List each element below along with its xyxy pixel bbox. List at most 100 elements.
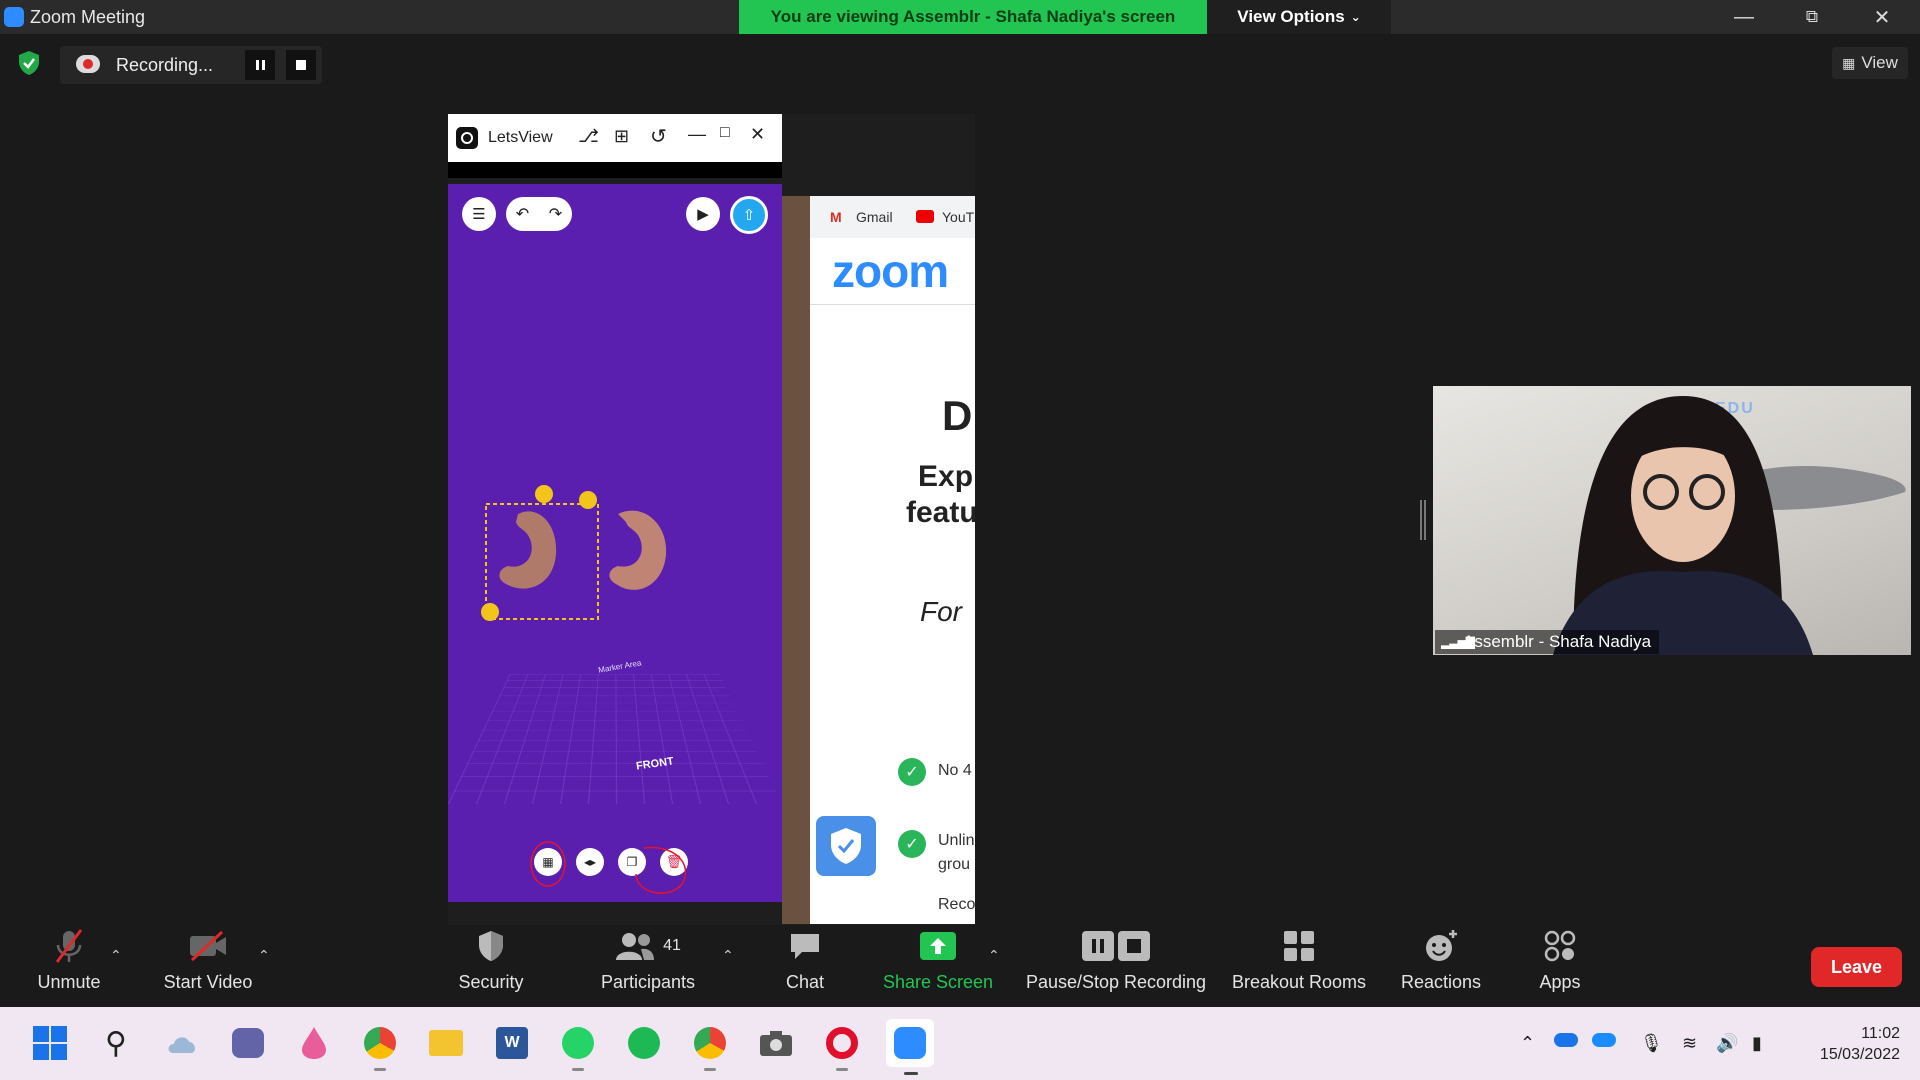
security-button[interactable]: Security: [446, 925, 536, 1007]
spotify-icon[interactable]: [624, 1023, 664, 1063]
clock-time: 11:02: [1790, 1023, 1900, 1044]
tray-overflow-icon[interactable]: ⌃: [1520, 1033, 1535, 1054]
reactions-label: Reactions: [1401, 972, 1481, 993]
participant-person: [1513, 386, 1813, 655]
zoom-taskbar-icon[interactable]: [886, 1019, 934, 1067]
chrome-icon[interactable]: [690, 1023, 730, 1063]
unmute-button[interactable]: Unmute: [20, 925, 118, 1007]
participants-caret-icon[interactable]: ⌃: [722, 947, 734, 964]
breakout-rooms-icon: [1283, 926, 1315, 966]
windows-start-icon[interactable]: [30, 1023, 70, 1063]
battery-icon[interactable]: ▮: [1752, 1033, 1762, 1054]
crop-icon[interactable]: ⊞: [614, 126, 629, 147]
menu-icon[interactable]: ☰: [462, 197, 496, 231]
restore-button[interactable]: ⧉: [1784, 0, 1840, 34]
reactions-button[interactable]: Reactions: [1394, 925, 1488, 1007]
close-button[interactable]: ✕: [1854, 0, 1910, 34]
rotate-icon[interactable]: ↺: [650, 124, 667, 149]
play-icon[interactable]: ▶: [686, 197, 720, 231]
video-options-caret-icon[interactable]: ⌃: [258, 947, 270, 964]
apps-icon: [1544, 926, 1576, 966]
check-icon: ✓: [898, 758, 926, 786]
search-icon[interactable]: ⚲: [96, 1023, 136, 1063]
gmail-icon: M: [830, 209, 842, 225]
view-button[interactable]: ▦ View: [1832, 47, 1908, 79]
chevron-down-icon: ⌄: [1351, 10, 1361, 24]
leave-button[interactable]: Leave: [1811, 947, 1902, 987]
microphone-icon[interactable]: 🎙: [1640, 1033, 1663, 1054]
share-banner: You are viewing Assemblr - Shafa Nadiya'…: [739, 0, 1207, 34]
security-shield-icon[interactable]: [816, 816, 876, 876]
maximize-icon[interactable]: □: [720, 124, 730, 142]
youtube-icon: [916, 210, 934, 223]
onedrive-error-icon[interactable]: [1554, 1033, 1578, 1047]
participants-button[interactable]: 41 Participants: [590, 925, 706, 1007]
encryption-shield-icon[interactable]: [16, 50, 42, 76]
pin-icon[interactable]: ⎇: [578, 126, 599, 147]
recording-status: Recording...: [116, 55, 213, 76]
pause-stop-icon: [1082, 926, 1150, 966]
page-italic: For: [920, 596, 962, 628]
close-icon[interactable]: ✕: [750, 124, 765, 145]
chat-button[interactable]: Chat: [770, 925, 840, 1007]
redo-icon[interactable]: ↷: [549, 204, 562, 224]
pause-icon: [256, 60, 265, 70]
drop-app-icon[interactable]: [294, 1023, 334, 1063]
undo-icon[interactable]: ↶: [516, 204, 529, 224]
close-icon: ✕: [1874, 5, 1891, 30]
feature-item: Unlin: [938, 832, 974, 850]
breakout-rooms-label: Breakout Rooms: [1232, 972, 1366, 993]
opera-icon[interactable]: [822, 1023, 862, 1063]
marker-area-label: Marker Area: [598, 658, 642, 674]
word-icon[interactable]: W: [492, 1023, 532, 1063]
shared-screen: LetsView ⎇ ⊞ ↺ — □ ✕ ☰ ↶ ↷ ▶ ⇧ Marker Are…: [448, 114, 975, 927]
clock-date: 15/03/2022: [1790, 1044, 1900, 1065]
start-video-label: Start Video: [164, 972, 253, 993]
letsview-logo-icon: [456, 127, 478, 149]
file-explorer-icon[interactable]: [426, 1023, 466, 1063]
share-screen-button[interactable]: Share Screen: [876, 925, 1000, 1007]
bookmark-gmail[interactable]: Gmail: [856, 209, 893, 225]
whatsapp-icon[interactable]: [558, 1023, 598, 1063]
stop-recording-button[interactable]: [286, 50, 316, 80]
volume-icon[interactable]: 🔊: [1716, 1033, 1738, 1054]
camera-icon[interactable]: [756, 1023, 796, 1063]
window-title: Zoom Meeting: [30, 7, 145, 28]
bookmark-youtube[interactable]: YouT: [942, 209, 974, 225]
view-options-label: View Options: [1237, 7, 1344, 27]
resize-handle[interactable]: [1420, 500, 1426, 540]
stomach-models[interactable]: [478, 484, 718, 644]
weather-icon[interactable]: [162, 1023, 202, 1063]
browser-window: M Gmail YouT zoom D Exp featu For ✓ No 4…: [810, 196, 975, 924]
minimize-icon[interactable]: —: [688, 124, 706, 145]
letsview-titlebar: LetsView ⎇ ⊞ ↺ — □ ✕: [448, 114, 782, 162]
check-icon: ✓: [898, 830, 926, 858]
meeting-toolbar: Unmute ⌃ Start Video ⌃ Security 41 Parti…: [0, 925, 1920, 1007]
upload-icon[interactable]: ⇧: [730, 196, 768, 234]
taskbar-clock[interactable]: 11:02 15/03/2022: [1790, 1023, 1900, 1065]
zoom-logo: zoom: [832, 244, 948, 298]
apps-button[interactable]: Apps: [1520, 925, 1600, 1007]
title-bar: Zoom Meeting You are viewing Assemblr - …: [0, 0, 1920, 34]
audio-options-caret-icon[interactable]: ⌃: [110, 947, 122, 964]
chrome-profile-icon[interactable]: [360, 1023, 400, 1063]
onedrive-icon[interactable]: [1592, 1033, 1616, 1047]
pause-recording-button[interactable]: [245, 50, 275, 80]
pause-stop-recording-button[interactable]: Pause/Stop Recording: [1022, 925, 1210, 1007]
minimize-icon: —: [1734, 6, 1754, 29]
teams-chat-icon[interactable]: [228, 1023, 268, 1063]
windows-taskbar: ⚲ W ⌃ 🎙 ≋ 🔊 ▮ 11:02 15/03/2022: [0, 1007, 1920, 1080]
minimize-button[interactable]: —: [1716, 0, 1772, 34]
background-window-strip: [782, 196, 810, 924]
pause-stop-recording-label: Pause/Stop Recording: [1026, 972, 1206, 993]
wifi-icon[interactable]: ≋: [1682, 1033, 1697, 1054]
chat-label: Chat: [786, 972, 824, 993]
zoom-app-icon: [4, 7, 24, 27]
undo-redo-group[interactable]: ↶ ↷: [506, 197, 572, 231]
share-screen-icon: [919, 926, 957, 966]
share-options-caret-icon[interactable]: ⌃: [988, 947, 1000, 964]
breakout-rooms-button[interactable]: Breakout Rooms: [1226, 925, 1372, 1007]
view-options-button[interactable]: View Options ⌄: [1207, 0, 1391, 34]
start-video-button[interactable]: Start Video: [152, 925, 264, 1007]
participant-video[interactable]: EDU ▂▃▅▇ Assemblr - Shafa Nadiya: [1433, 386, 1911, 655]
